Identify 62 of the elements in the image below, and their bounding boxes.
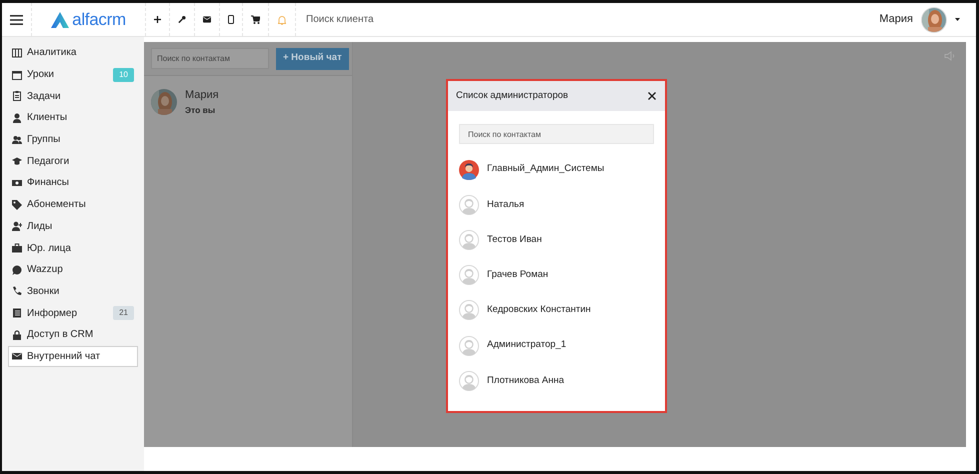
client-search-field[interactable]: Поиск клиента xyxy=(296,3,880,36)
sidebar-item[interactable]: Финансы xyxy=(8,172,138,194)
people-icon xyxy=(12,134,22,145)
sidebar-item[interactable]: Лиды xyxy=(8,216,138,238)
contact-subtitle: Это вы xyxy=(185,104,216,116)
user-name[interactable]: Мария xyxy=(879,11,913,28)
sidebar-item[interactable]: Wazzup xyxy=(8,258,138,281)
calendar-icon xyxy=(12,70,22,80)
chat-bubble-icon xyxy=(12,264,22,275)
sidebar-item[interactable]: Юр. лица xyxy=(8,237,138,259)
admin-contact[interactable]: Наталья xyxy=(448,187,665,222)
admin-contact[interactable]: Плотникова Анна xyxy=(448,363,665,398)
sidebar-item[interactable]: Внутренний чат xyxy=(8,346,138,368)
avatar-icon xyxy=(459,336,479,356)
person-icon xyxy=(12,112,22,123)
logo-text: alfacrm xyxy=(72,8,126,31)
briefcase-icon xyxy=(12,243,22,254)
admin-contact[interactable]: Кедровских Константин xyxy=(448,292,665,328)
count-badge: 21 xyxy=(113,306,134,320)
avatar-icon xyxy=(459,265,479,286)
logo-icon xyxy=(51,12,70,28)
clipboard-icon xyxy=(12,91,22,102)
envelope-icon[interactable] xyxy=(203,16,211,23)
avatar-icon xyxy=(459,300,479,320)
sidebar-item[interactable]: Клиенты xyxy=(8,107,138,129)
avatar-icon xyxy=(459,370,479,391)
envelope-icon xyxy=(12,351,22,362)
contact-name[interactable]: Мария xyxy=(185,87,219,104)
handset-icon xyxy=(12,286,22,296)
sidebar-item[interactable]: Абонементы xyxy=(8,194,138,216)
admin-contact[interactable]: Тестов Иван xyxy=(448,222,665,258)
graduation-cap-icon xyxy=(12,156,22,166)
admin-contact[interactable]: Грачев Роман xyxy=(448,258,665,293)
phone-icon[interactable] xyxy=(228,15,234,24)
lock-icon xyxy=(12,330,22,340)
tag-icon xyxy=(12,200,22,210)
sidebar-item[interactable]: Задачи xyxy=(8,85,138,108)
caret-icon[interactable] xyxy=(955,18,960,21)
cart-icon[interactable] xyxy=(251,15,260,24)
person-plus-icon xyxy=(12,221,22,232)
avatar-icon xyxy=(459,160,479,180)
menu-icon[interactable] xyxy=(10,14,23,24)
close-button[interactable] xyxy=(647,91,657,101)
chart-icon xyxy=(12,48,22,58)
avatar-icon xyxy=(459,230,479,250)
plus-icon[interactable] xyxy=(154,15,161,24)
sidebar-item[interactable]: Аналитика xyxy=(8,42,138,64)
wrench-icon[interactable] xyxy=(178,15,186,24)
sidebar-item[interactable]: Уроки 10 xyxy=(8,64,138,86)
contact-search-field[interactable]: Поиск по контактам xyxy=(151,48,269,69)
sidebar-item[interactable]: Информер 21 xyxy=(8,302,138,324)
sidebar-item[interactable]: Доступ в CRM xyxy=(8,324,138,346)
money-icon xyxy=(12,178,22,188)
count-badge: 10 xyxy=(113,68,134,82)
admin-contact[interactable]: Главный_Админ_Системы xyxy=(448,152,665,188)
dialog-title: Список администраторов xyxy=(456,88,568,103)
notebook-icon xyxy=(12,308,22,318)
sidebar-item[interactable]: Звонки xyxy=(8,280,138,302)
sidebar-item[interactable]: Педагоги xyxy=(8,150,138,172)
admin-contact[interactable]: Администратор_1 xyxy=(448,328,665,364)
avatar-icon xyxy=(459,194,479,215)
sidebar-item[interactable]: Группы xyxy=(8,128,138,150)
